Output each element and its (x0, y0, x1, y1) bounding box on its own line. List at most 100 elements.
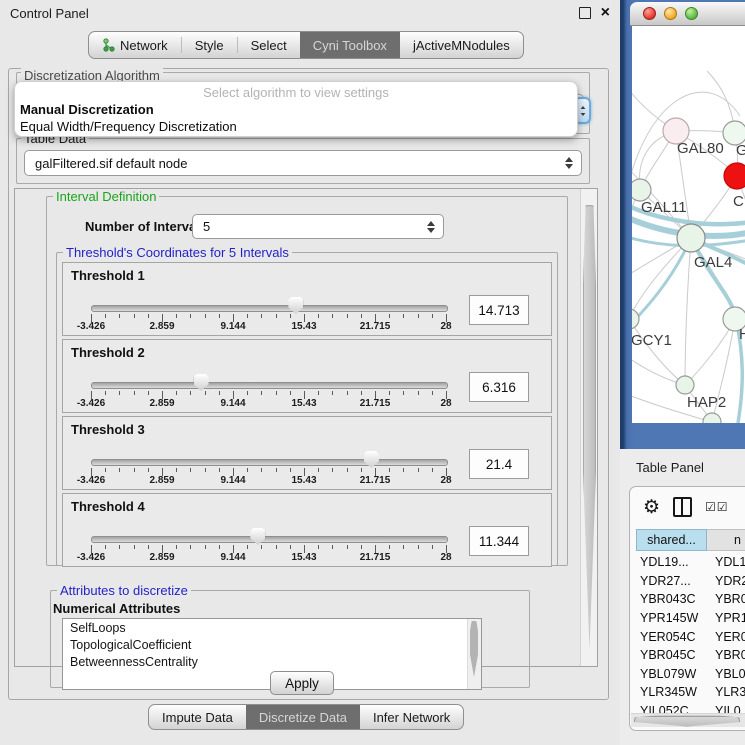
algorithm-dropdown-popup: Select algorithm to view settings Manual… (14, 81, 578, 137)
tab-style[interactable]: Style (182, 32, 237, 58)
slider-tick (261, 468, 262, 472)
slider-tick (389, 545, 390, 549)
slider-tick (389, 314, 390, 318)
threshold-label: Threshold 1 (71, 268, 145, 283)
threshold-value-field[interactable]: 21.4 (469, 449, 529, 479)
slider-tick (119, 391, 120, 395)
slider-tick-label: 28 (440, 475, 451, 486)
slider-track[interactable] (91, 305, 448, 312)
network-node[interactable] (632, 179, 651, 201)
network-node[interactable] (724, 163, 745, 189)
attribute-items: SelfLoopsTopologicalCoefficientBetweenne… (63, 619, 481, 670)
table-row[interactable]: YBR043CYBR0 (630, 590, 745, 609)
control-panel-titlebar: Control Panel × (0, 0, 620, 26)
slider-tick (290, 391, 291, 395)
close-panel-icon[interactable]: × (601, 8, 610, 18)
slider-tick (205, 545, 206, 549)
slider-tick (361, 468, 362, 472)
slider-tick (247, 314, 248, 318)
tab-impute-data[interactable]: Impute Data (149, 705, 246, 729)
attribute-item[interactable]: BetweennessCentrality (63, 653, 481, 670)
slider-tick (403, 314, 404, 318)
scrollbar-thumb[interactable] (634, 716, 740, 727)
column-header-shared-name[interactable]: shared... (636, 529, 707, 551)
vertical-scrollbar[interactable] (580, 189, 597, 666)
network-node[interactable] (677, 224, 705, 252)
slider-tick (134, 314, 135, 318)
screen: Control Panel × NetworkStyleSelectCyni T… (0, 0, 745, 745)
slider-tick-label: 28 (440, 552, 451, 563)
threshold-value-field[interactable]: 11.344 (469, 526, 529, 556)
table-row[interactable]: YBL079WYBL0 (630, 665, 745, 684)
tab-infer-network[interactable]: Infer Network (360, 705, 463, 729)
slider-tick (105, 468, 106, 472)
slider-tick-label: -3.426 (77, 321, 105, 332)
tab-cyni-toolbox[interactable]: Cyni Toolbox (300, 32, 400, 58)
algorithm-option[interactable]: Manual Discretization (20, 102, 154, 117)
slider-tick-label: 2.859 (149, 321, 174, 332)
slider-tick (318, 391, 319, 395)
slider-tick (205, 391, 206, 395)
slider-tick (290, 468, 291, 472)
combobox-spinner-icon (565, 157, 573, 169)
slider-tick-label: 2.859 (149, 552, 174, 563)
slider-tick (389, 391, 390, 395)
attribute-item[interactable]: TopologicalCoefficient (63, 636, 481, 653)
checkbox-icons[interactable]: ☑☑ (705, 500, 729, 514)
table-data-combobox[interactable]: galFiltered.sif default node (24, 150, 582, 176)
threshold-value-field[interactable]: 14.713 (469, 295, 529, 325)
threshold-box: Threshold 2-3.4262.8599.14415.4321.71528… (62, 339, 552, 413)
table-row[interactable]: YBR045CYBR0 (630, 646, 745, 665)
slider-track[interactable] (91, 382, 448, 389)
table-row[interactable]: YER054CYER0 (630, 627, 745, 646)
minimize-window-icon[interactable] (664, 7, 677, 20)
network-canvas[interactable]: GAL80G.CGAL11GAL4GCY1HHAP2 (632, 26, 745, 423)
slider-tick (418, 314, 419, 318)
attribute-item[interactable]: SelfLoops (63, 619, 481, 636)
close-window-icon[interactable] (643, 7, 656, 20)
slider-tick (148, 391, 149, 395)
table-row[interactable]: YDR27...YDR2 (630, 572, 745, 591)
slider-track[interactable] (91, 459, 448, 466)
interval-definition-label: Interval Definition (53, 189, 159, 204)
scrollbar-thumb[interactable] (470, 621, 478, 677)
number-of-intervals-combobox[interactable]: 5 (192, 214, 444, 239)
tab-select[interactable]: Select (238, 32, 300, 58)
apply-button[interactable]: Apply (270, 671, 334, 695)
slider-tick-label: 28 (440, 321, 451, 332)
slider-tick (148, 314, 149, 318)
slider-tick (134, 545, 135, 549)
slider-tick (119, 468, 120, 472)
tab-discretize-data[interactable]: Discretize Data (246, 705, 360, 729)
network-node[interactable] (703, 413, 721, 423)
column-header-name[interactable]: n (707, 529, 745, 551)
table-row[interactable]: YPR145WYPR1 (630, 609, 745, 628)
table-row[interactable]: YDL19...YDL1 (630, 553, 745, 572)
slider-tick (318, 545, 319, 549)
zoom-window-icon[interactable] (685, 7, 698, 20)
threshold-box: Threshold 3-3.4262.8599.14415.4321.71528… (62, 416, 552, 490)
slider-tick (190, 468, 191, 472)
node-label: GAL4 (694, 254, 732, 271)
slider-tick (261, 545, 262, 549)
list-vertical-scrollbar[interactable] (467, 619, 481, 689)
tab-network[interactable]: Network (89, 32, 181, 58)
gear-icon[interactable]: ⚙ (643, 498, 660, 517)
slider-tick (276, 391, 277, 395)
network-node[interactable] (676, 376, 694, 394)
table-row[interactable]: YLR345WYLR3 (630, 683, 745, 702)
tab-jactivemnodules[interactable]: jActiveMNodules (400, 32, 523, 58)
algorithm-option[interactable]: Equal Width/Frequency Discretization (20, 119, 237, 134)
horizontal-scrollbar[interactable] (631, 713, 745, 727)
slider-tick (389, 468, 390, 472)
scrollbar-thumb[interactable] (583, 205, 596, 649)
slider-tick (190, 545, 191, 549)
threshold-value-field[interactable]: 6.316 (469, 372, 529, 402)
slider-track[interactable] (91, 536, 448, 543)
float-panel-icon[interactable] (579, 7, 591, 19)
slider-tick (148, 468, 149, 472)
network-node[interactable] (632, 309, 639, 329)
cell-shared-name: YBL079W (630, 667, 701, 681)
cell-name: YBR0 (701, 592, 745, 606)
split-columns-icon[interactable] (673, 497, 692, 517)
